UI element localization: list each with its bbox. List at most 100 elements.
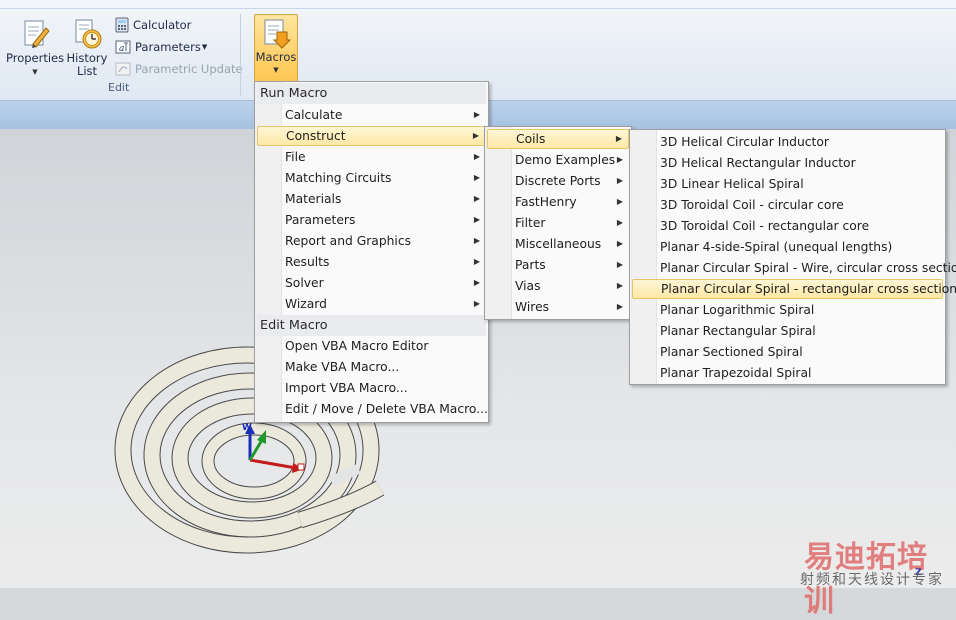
submenu-arrow-icon: ▶ [473, 215, 480, 224]
menu-item-label: Parts [515, 258, 546, 272]
menu-item-label: Planar Logarithmic Spiral [660, 303, 815, 317]
coordinate-axes: W [242, 423, 305, 473]
menu-item-3d-helical-rectangular-inductor[interactable]: 3D Helical Rectangular Inductor [632, 153, 943, 173]
menu-item-3d-linear-helical-spiral[interactable]: 3D Linear Helical Spiral [632, 174, 943, 194]
menu-item-make-vba-macro[interactable]: Make VBA Macro... [257, 357, 486, 377]
menu-item-label: Planar Sectioned Spiral [660, 345, 803, 359]
menu-item-fasthenry[interactable]: FastHenry ▶ [487, 192, 629, 212]
macros-menu: Run Macro Calculate ▶ Construct ▶ File ▶ Ma… [254, 81, 489, 423]
menu-item-label: 3D Linear Helical Spiral [660, 177, 804, 191]
chevron-down-icon: ▼ [32, 68, 38, 76]
edit-group-label: Edit [108, 81, 130, 94]
menu-item-label: Wires [515, 300, 550, 314]
menu-item-label: Discrete Ports [515, 174, 601, 188]
menu-item-report-and-graphics[interactable]: Report and Graphics ▶ [257, 231, 486, 251]
axis-w-label: W [242, 423, 252, 433]
macros-icon [264, 19, 291, 49]
menu-item-label: Import VBA Macro... [285, 381, 408, 395]
parameters-label: Parameters [135, 40, 201, 54]
menu-item-discrete-ports[interactable]: Discrete Ports ▶ [487, 171, 629, 191]
menu-item-import-vba-macro[interactable]: Import VBA Macro... [257, 378, 486, 398]
menu-item-label: Wizard [285, 297, 327, 311]
menu-item-label: Planar Trapezoidal Spiral [660, 366, 812, 380]
chevron-down-icon: ▼ [201, 43, 208, 51]
menu-item-label: Coils [516, 132, 546, 146]
menu-item-parts[interactable]: Parts ▶ [487, 255, 629, 275]
coils-submenu: 3D Helical Circular Inductor 3D Helical … [629, 129, 956, 385]
menu-item-label: Planar Rectangular Spiral [660, 324, 816, 338]
menu-item-vias[interactable]: Vias ▶ [487, 276, 629, 296]
submenu-arrow-icon: ▶ [473, 110, 480, 119]
menu-item-label: Planar Circular Spiral - rectangular cro… [661, 282, 956, 296]
submenu-arrow-icon: ▶ [616, 260, 623, 269]
submenu-arrow-icon: ▶ [616, 197, 623, 206]
menu-item-parameters[interactable]: Parameters ▶ [257, 210, 486, 230]
properties-button[interactable]: Properties ▼ [6, 18, 64, 79]
menu-item-label: Calculate [285, 108, 343, 122]
menu-item-construct[interactable]: Construct ▶ [257, 126, 486, 146]
menu-item-wizard[interactable]: Wizard ▶ [257, 294, 486, 314]
menu-item-label: FastHenry [515, 195, 577, 209]
menu-item-3d-toroidal-coil-circular[interactable]: 3D Toroidal Coil - circular core [632, 195, 943, 215]
submenu-arrow-icon: ▶ [473, 236, 480, 245]
menu-item-solver[interactable]: Solver ▶ [257, 273, 486, 293]
properties-label: Properties [6, 51, 65, 65]
submenu-arrow-icon: ▶ [616, 239, 623, 248]
menu-item-miscellaneous[interactable]: Miscellaneous ▶ [487, 234, 629, 254]
parameters-icon: a [115, 40, 131, 54]
menu-item-planar-sectioned-spiral[interactable]: Planar Sectioned Spiral [632, 342, 943, 362]
menu-item-planar-circular-spiral-wire[interactable]: Planar Circular Spiral - Wire, circular … [632, 258, 956, 278]
submenu-arrow-icon: ▶ [473, 278, 480, 287]
parametric-update-button[interactable]: Parametric Update [115, 60, 243, 78]
menu-item-calculate[interactable]: Calculate ▶ [257, 105, 486, 125]
calculator-button[interactable]: Calculator [115, 16, 191, 34]
history-label-2: List [76, 64, 98, 78]
menu-item-label: File [285, 150, 306, 164]
parametric-update-label: Parametric Update [135, 62, 243, 76]
menu-item-label: Report and Graphics [285, 234, 412, 248]
menu-item-label: Construct [286, 129, 346, 143]
ribbon-separator [240, 14, 241, 96]
menu-item-label: Edit / Move / Delete VBA Macro... [285, 402, 488, 416]
menu-item-edit-move-delete-vba-macro[interactable]: Edit / Move / Delete VBA Macro... [257, 399, 488, 419]
edit-macro-header: Edit Macro [257, 315, 486, 336]
menu-item-label: 3D Toroidal Coil - circular core [660, 198, 844, 212]
menu-item-label: Planar Circular Spiral - Wire, circular … [660, 261, 956, 275]
menu-item-label: Vias [515, 279, 541, 293]
macros-label: Macros [255, 50, 297, 64]
menu-item-label: Parameters [285, 213, 356, 227]
menu-item-label: 3D Helical Rectangular Inductor [660, 156, 856, 170]
menu-item-label: 3D Helical Circular Inductor [660, 135, 829, 149]
menu-item-open-vba-editor[interactable]: Open VBA Macro Editor [257, 336, 486, 356]
submenu-arrow-icon: ▶ [473, 173, 480, 182]
menu-item-wires[interactable]: Wires ▶ [487, 297, 629, 317]
submenu-arrow-icon: ▶ [473, 257, 480, 266]
menu-item-coils[interactable]: Coils ▶ [487, 129, 629, 149]
submenu-arrow-icon: ▶ [472, 131, 479, 140]
menu-item-file[interactable]: File ▶ [257, 147, 486, 167]
menu-item-demo-examples[interactable]: Demo Examples ▶ [487, 150, 629, 170]
submenu-arrow-icon: ▶ [473, 299, 480, 308]
menu-item-label: Make VBA Macro... [285, 360, 400, 374]
menu-item-label: Open VBA Macro Editor [285, 339, 429, 353]
submenu-arrow-icon: ▶ [473, 194, 480, 203]
menu-item-label: Solver [285, 276, 324, 290]
menu-item-materials[interactable]: Materials ▶ [257, 189, 486, 209]
menu-item-label: Demo Examples [515, 153, 616, 167]
run-macro-header: Run Macro [257, 83, 486, 104]
submenu-arrow-icon: ▶ [616, 176, 623, 185]
menu-item-results[interactable]: Results ▶ [257, 252, 486, 272]
menu-item-planar-circular-spiral-rectangular[interactable]: Planar Circular Spiral - rectangular cro… [632, 279, 956, 299]
menu-item-matching-circuits[interactable]: Matching Circuits ▶ [257, 168, 486, 188]
properties-icon [24, 20, 50, 48]
menu-item-planar-logarithmic-spiral[interactable]: Planar Logarithmic Spiral [632, 300, 943, 320]
menu-item-planar-rectangular-spiral[interactable]: Planar Rectangular Spiral [632, 321, 943, 341]
menu-item-planar-4-side-spiral[interactable]: Planar 4-side-Spiral (unequal lengths) [632, 237, 943, 257]
menu-item-planar-trapezoidal-spiral[interactable]: Planar Trapezoidal Spiral [632, 363, 943, 383]
parameters-button[interactable]: a Parameters ▼ [115, 38, 207, 56]
menu-item-3d-toroidal-coil-rectangular[interactable]: 3D Toroidal Coil - rectangular core [632, 216, 943, 236]
menu-item-3d-helical-circular-inductor[interactable]: 3D Helical Circular Inductor [632, 132, 943, 152]
history-list-button[interactable]: History List [66, 18, 108, 78]
chevron-down-icon: ▼ [273, 66, 279, 74]
menu-item-filter[interactable]: Filter ▶ [487, 213, 629, 233]
